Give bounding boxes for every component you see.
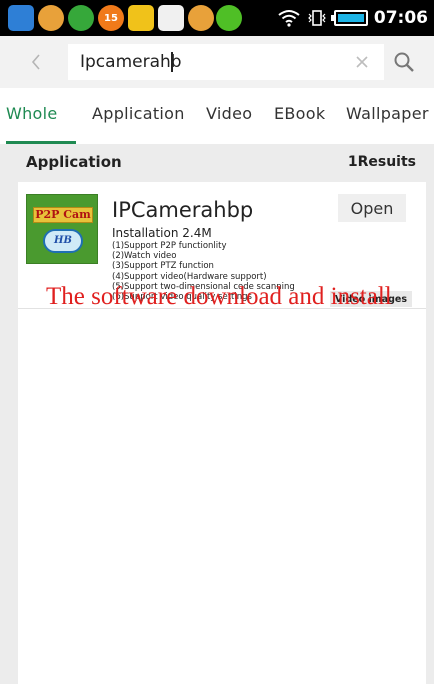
app-icon-banner: P2P Cam xyxy=(33,207,93,223)
results-section-header: Application 1Resuits xyxy=(18,144,434,182)
category-tabs: Whole Application Video EBook Wallpaper xyxy=(0,88,434,144)
app-notification-icon xyxy=(8,5,34,31)
tab-application[interactable]: Application xyxy=(92,104,185,123)
install-info: Installation 2.4M xyxy=(112,226,212,240)
app-name: IPCamerahbp xyxy=(112,198,254,222)
feature-item: (1)Support P2P functionlity xyxy=(112,241,227,251)
chevron-left-icon[interactable] xyxy=(18,44,54,80)
tab-wallpaper[interactable]: Wallpaper xyxy=(346,104,429,123)
cloud-icon: HB xyxy=(43,229,83,253)
tab-ebook[interactable]: EBook xyxy=(274,104,325,123)
search-field[interactable] xyxy=(68,44,384,80)
counter-badge: 15 xyxy=(104,12,118,24)
open-button[interactable]: Open xyxy=(338,194,406,222)
upload-notification-icon xyxy=(68,5,94,31)
clock: 07:06 xyxy=(373,8,428,28)
wifi-icon xyxy=(278,10,300,27)
search-icon[interactable] xyxy=(386,44,422,80)
status-bar: 15 07:06 xyxy=(0,0,434,36)
overlay-caption: The software download and install xyxy=(46,283,392,310)
feature-item: (2)Watch video xyxy=(112,251,177,262)
battery-icon xyxy=(330,10,368,26)
tab-video[interactable]: Video xyxy=(206,104,252,123)
results-panel: P2P Cam HB IPCamerahbp Installation 2.4M… xyxy=(18,182,426,684)
app-notification-icon xyxy=(158,5,184,31)
section-title: Application xyxy=(26,153,122,171)
counter-notification-icon: 15 xyxy=(98,5,124,31)
tab-whole[interactable]: Whole xyxy=(6,104,58,123)
app-icon: P2P Cam HB xyxy=(26,194,98,264)
add-notification-icon xyxy=(216,5,242,31)
app-notification-icon xyxy=(38,5,64,31)
feature-item: (4)Support video(Hardware support) xyxy=(112,271,267,282)
vibrate-icon xyxy=(308,10,326,26)
app-notification-icon xyxy=(128,5,154,31)
close-icon[interactable] xyxy=(348,44,376,80)
text-caret xyxy=(171,52,173,72)
search-bar xyxy=(0,36,434,88)
search-input[interactable] xyxy=(80,44,330,80)
results-count: 1Resuits xyxy=(347,154,416,170)
feature-item: (3)Support PTZ function xyxy=(112,261,214,272)
app-notification-icon xyxy=(188,5,214,31)
status-right: 07:06 xyxy=(278,0,428,36)
